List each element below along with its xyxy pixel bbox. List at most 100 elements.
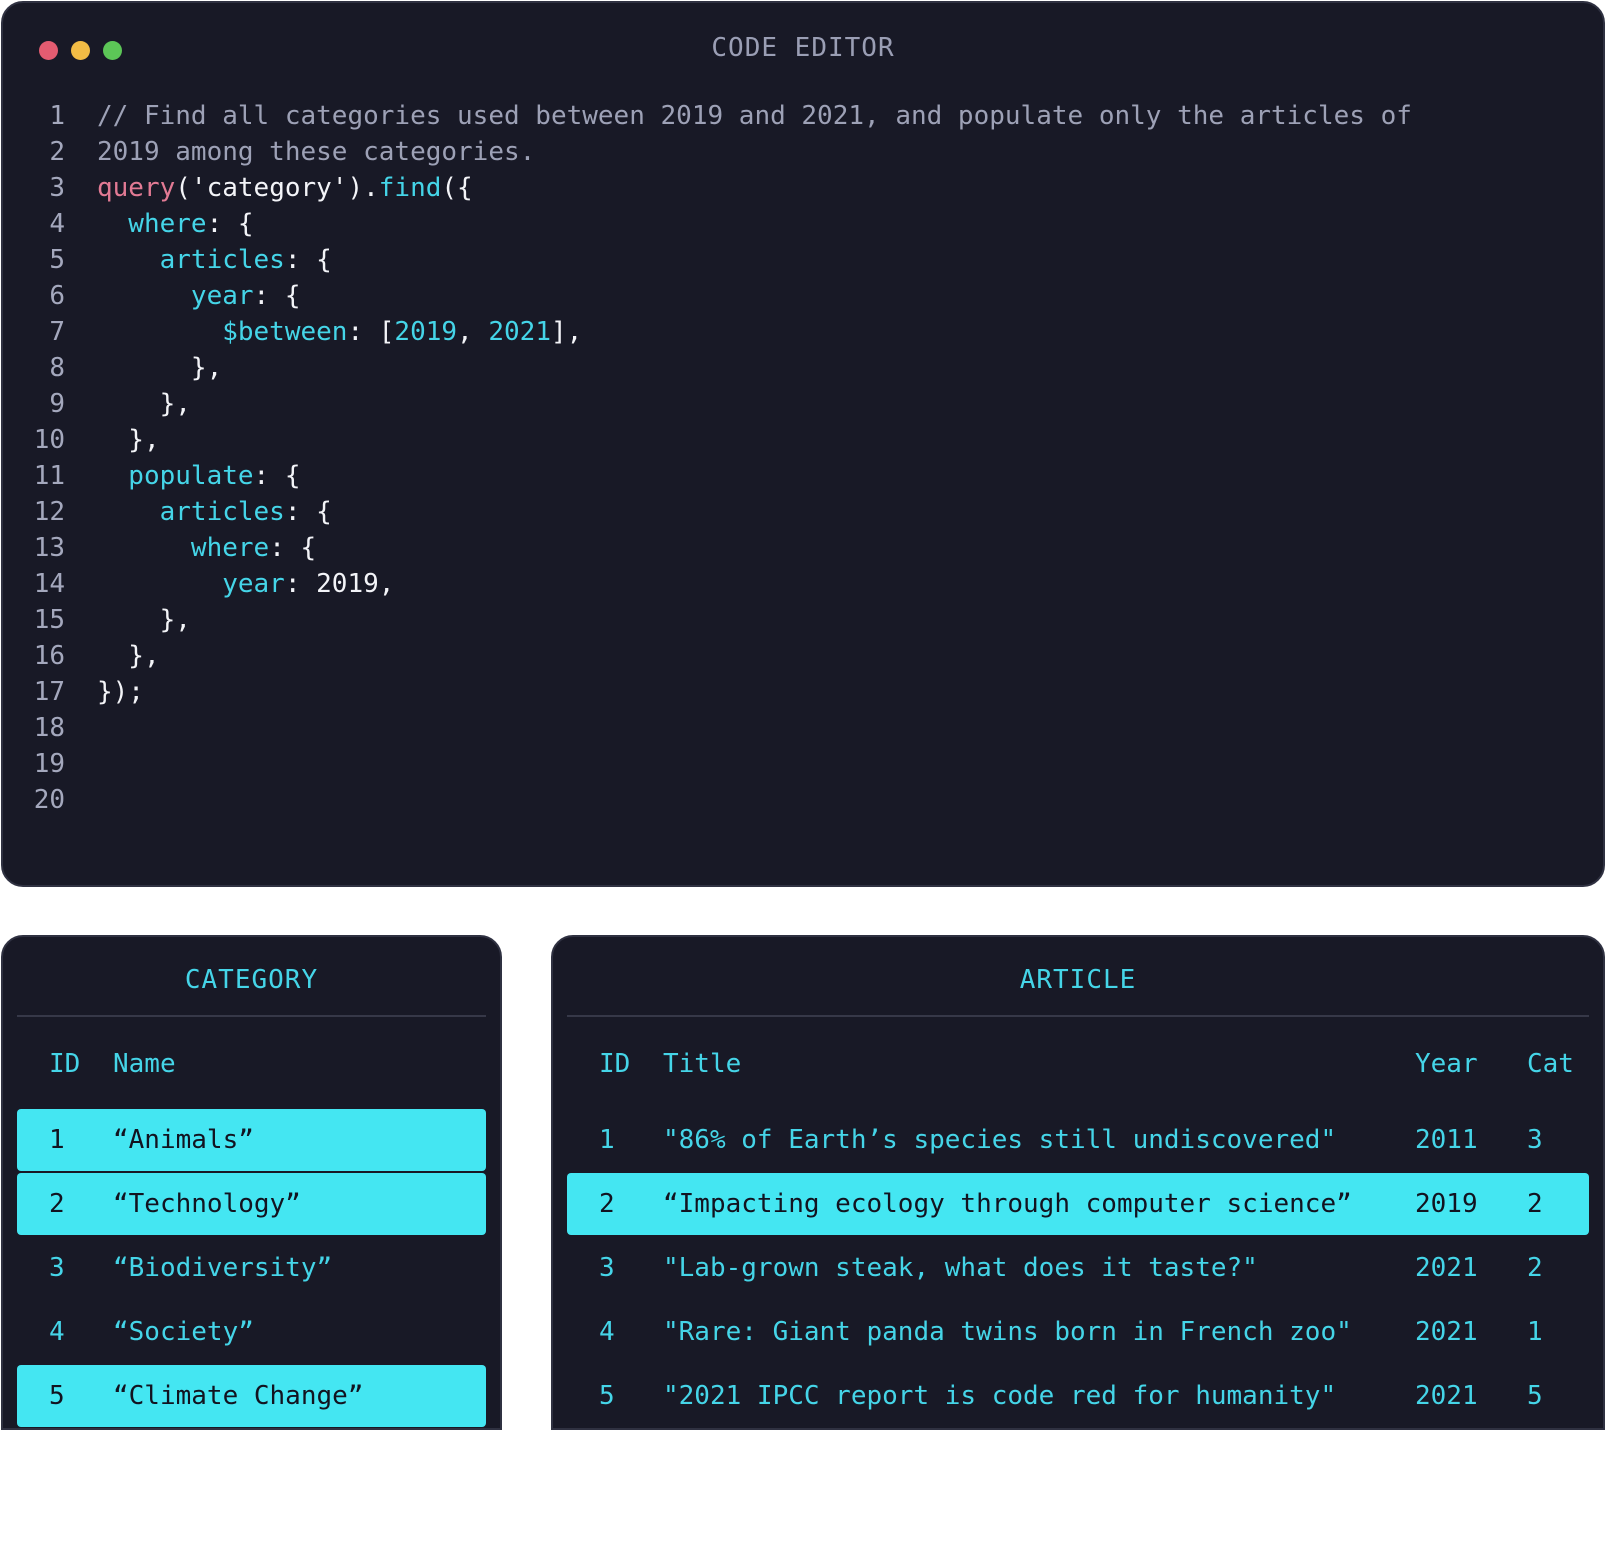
line-number: 16: [33, 641, 65, 671]
header-title: Title: [663, 1049, 742, 1079]
line-number: 19: [33, 749, 65, 779]
code-key: year: [97, 281, 254, 311]
line-number: 20: [33, 785, 65, 815]
code-line: 16 },: [3, 638, 1603, 674]
code-key: where: [97, 533, 270, 563]
code-line: 15 },: [3, 602, 1603, 638]
code-line: 8 },: [3, 350, 1603, 386]
cell-title: "Rare: Giant panda twins born in French …: [663, 1317, 1352, 1347]
code-comment: 2019 among these categories.: [97, 137, 536, 167]
line-number: 17: [33, 677, 65, 707]
cell-year: 2021: [1415, 1253, 1478, 1283]
cell-id: 1: [599, 1125, 615, 1155]
code-line: 18: [3, 710, 1603, 746]
table-row[interactable]: 4 “Society”: [17, 1301, 486, 1363]
line-number: 5: [49, 245, 65, 275]
code-text: ],: [550, 317, 583, 347]
cell-year: 2021: [1415, 1317, 1478, 1347]
line-number: 10: [33, 425, 65, 455]
table-row[interactable]: 4 "Rare: Giant panda twins born in Frenc…: [567, 1301, 1589, 1363]
code-line: 19: [3, 746, 1603, 782]
cell-cat: 2: [1527, 1189, 1543, 1219]
table-row[interactable]: 2 “Technology”: [17, 1173, 486, 1235]
cell-id: 4: [49, 1317, 65, 1347]
code-text: : {: [269, 533, 317, 563]
cell-year: 2019: [1415, 1189, 1478, 1219]
code-line: 10 },: [3, 422, 1603, 458]
code-function: query: [97, 173, 176, 203]
code-key: populate: [97, 461, 254, 491]
article-table: ARTICLE ID Title Year Cat 1 "86% of Eart…: [551, 935, 1605, 1430]
line-number: 18: [33, 713, 65, 743]
code-key: articles: [97, 497, 285, 527]
code-text: : {: [253, 461, 301, 491]
code-line: 17});: [3, 674, 1603, 710]
code-text: : {: [284, 245, 332, 275]
code-comment: // Find all categories used between 2019…: [97, 101, 1412, 131]
code-line: 3 query('category').find({: [3, 170, 1603, 206]
cell-title: "2021 IPCC report is code red for humani…: [663, 1381, 1337, 1411]
code-key: articles: [97, 245, 285, 275]
cell-name: “Animals”: [113, 1125, 254, 1155]
code-text: },: [97, 353, 223, 383]
cell-year: 2011: [1415, 1125, 1478, 1155]
table-row[interactable]: 1 "86% of Earth’s species still undiscov…: [567, 1109, 1589, 1171]
header-year: Year: [1415, 1049, 1478, 1079]
line-number: 3: [49, 173, 65, 203]
cell-name: “Climate Change”: [113, 1381, 364, 1411]
cell-id: 3: [599, 1253, 615, 1283]
editor-title: CODE EDITOR: [711, 33, 895, 63]
code-key: $between: [97, 317, 348, 347]
code-line: 6 year: {: [3, 278, 1603, 314]
cell-name: “Technology”: [113, 1189, 301, 1219]
code-line: 1 // Find all categories used between 201…: [3, 98, 1603, 134]
code-line: 4 where: {: [3, 206, 1603, 242]
article-table-title: ARTICLE: [1019, 965, 1137, 995]
table-row[interactable]: 5 "2021 IPCC report is code red for huma…: [567, 1365, 1589, 1427]
code-text: : {: [206, 209, 254, 239]
code-line: 11 populate: {: [3, 458, 1603, 494]
table-row[interactable]: 1 “Animals”: [17, 1109, 486, 1171]
cell-id: 3: [49, 1253, 65, 1283]
cell-cat: 5: [1527, 1381, 1543, 1411]
header-id: ID: [599, 1049, 631, 1079]
code-area[interactable]: 1 // Find all categories used between 201…: [3, 98, 1603, 818]
line-number: 11: [33, 461, 65, 491]
cell-cat: 1: [1527, 1317, 1543, 1347]
line-number: 15: [33, 605, 65, 635]
table-row[interactable]: 2 “Impacting ecology through computer sc…: [567, 1173, 1589, 1235]
code-number: 2021: [488, 317, 551, 347]
code-method: find: [378, 173, 442, 203]
code-line: 2 2019 among these categories.: [3, 134, 1603, 170]
line-number: 9: [49, 389, 65, 419]
line-number: 4: [49, 209, 65, 239]
table-row[interactable]: 3 "Lab-grown steak, what does it taste?"…: [567, 1237, 1589, 1299]
code-line: 20: [3, 782, 1603, 818]
code-key: where: [97, 209, 207, 239]
code-text: });: [97, 677, 144, 707]
table-row[interactable]: 5 “Climate Change”: [17, 1365, 486, 1427]
cell-id: 5: [49, 1381, 65, 1411]
line-number: 6: [49, 281, 65, 311]
code-editor-window: CODE EDITOR 1 // Find all categories used…: [1, 1, 1605, 887]
code-text: },: [97, 605, 191, 635]
cell-id: 5: [599, 1381, 615, 1411]
code-line: 7 $between: [2019, 2021],: [3, 314, 1603, 350]
line-number: 14: [33, 569, 65, 599]
cell-title: "86% of Earth’s species still undiscover…: [663, 1125, 1337, 1155]
line-number: 7: [49, 317, 65, 347]
cell-cat: 2: [1527, 1253, 1543, 1283]
code-line: 12 articles: {: [3, 494, 1603, 530]
code-key: year: [97, 569, 285, 599]
code-text: },: [97, 389, 191, 419]
header-name: Name: [113, 1049, 176, 1079]
code-line: 5 articles: {: [3, 242, 1603, 278]
code-text: ({: [441, 173, 473, 203]
code-text: : {: [284, 497, 332, 527]
line-number: 8: [49, 353, 65, 383]
cell-year: 2021: [1415, 1381, 1478, 1411]
line-number: 1: [49, 101, 65, 131]
cell-cat: 3: [1527, 1125, 1543, 1155]
table-row[interactable]: 3 “Biodiversity”: [17, 1237, 486, 1299]
line-number: 12: [33, 497, 65, 527]
